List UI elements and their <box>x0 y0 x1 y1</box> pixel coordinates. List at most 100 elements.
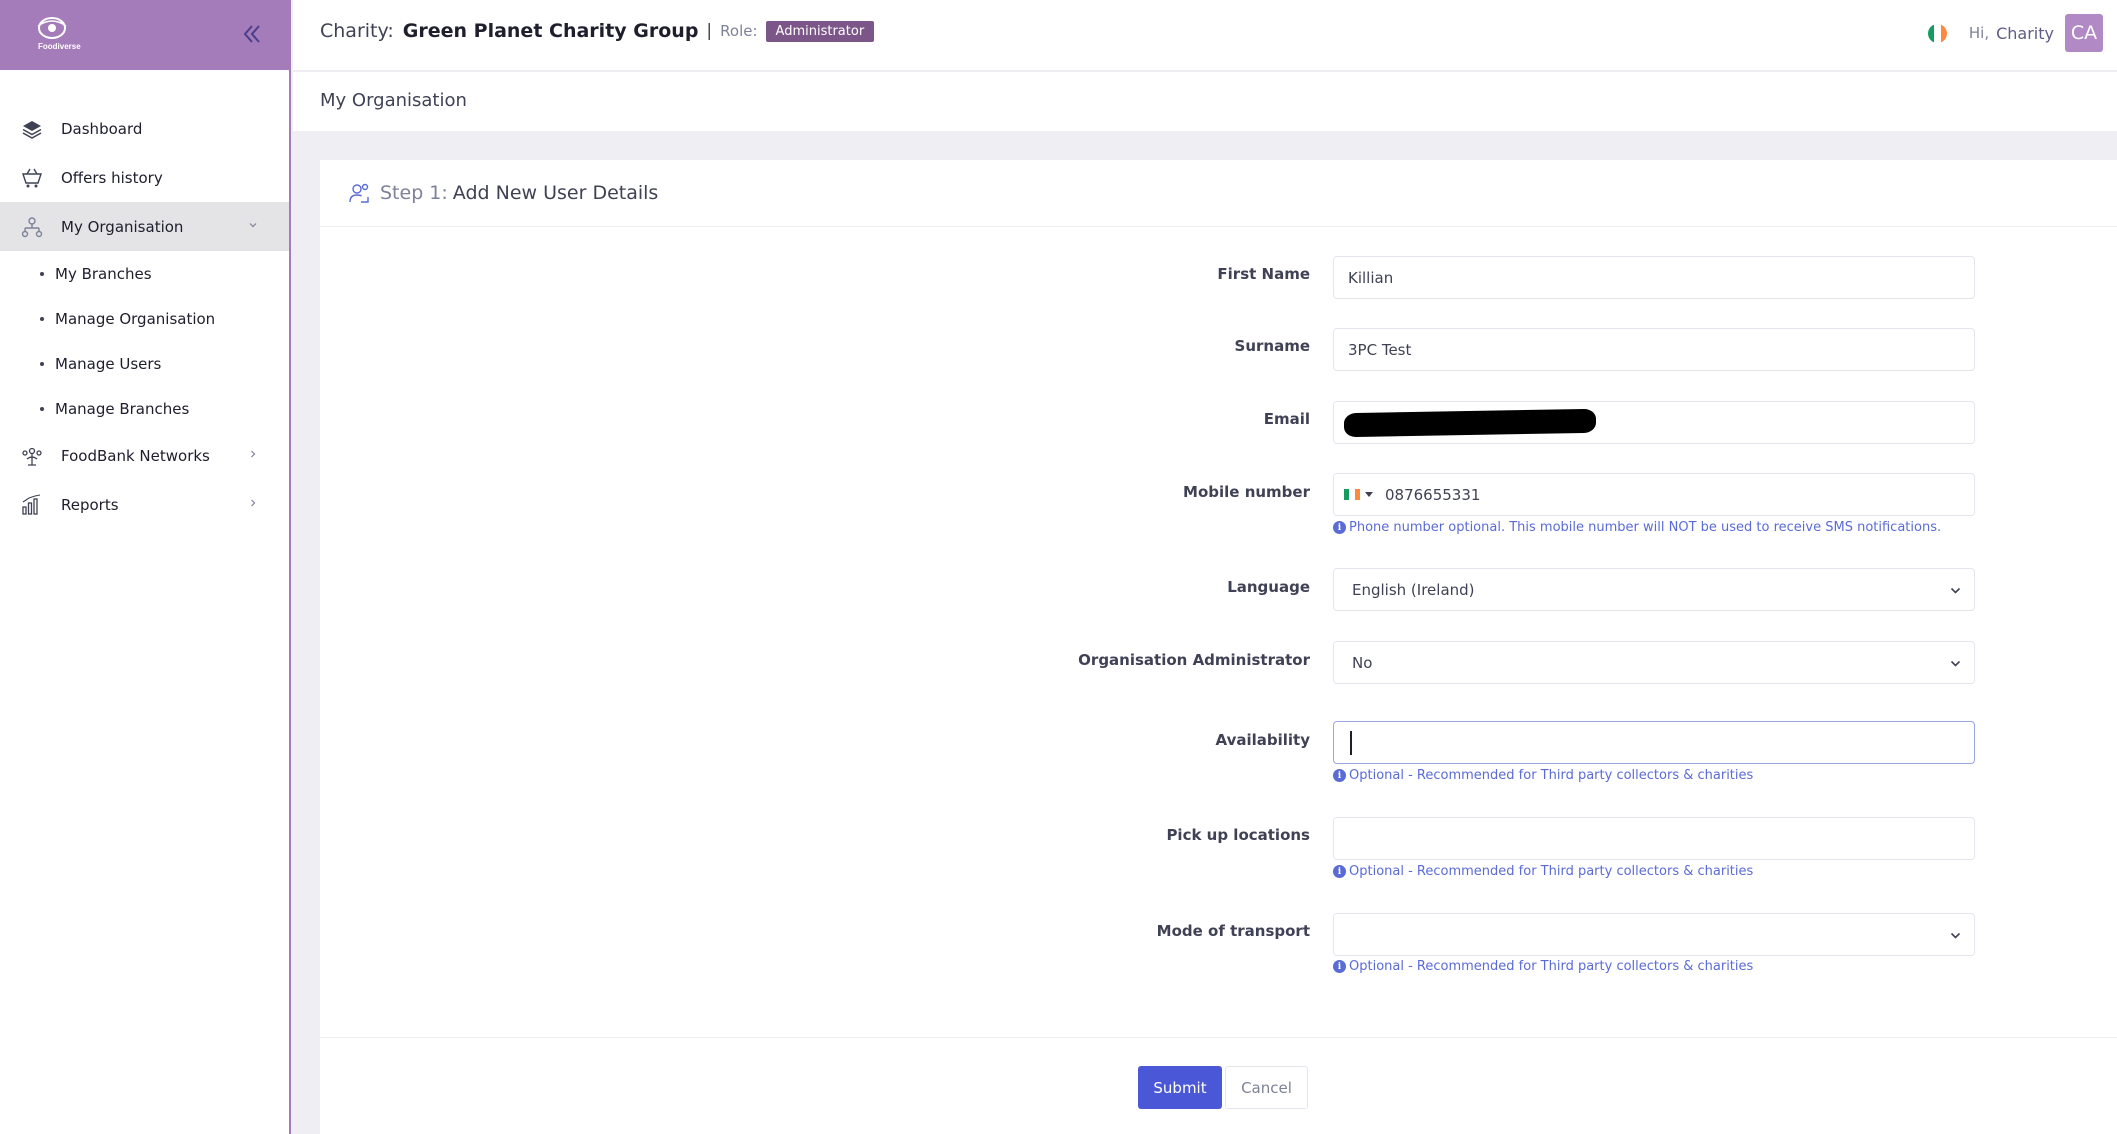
collapse-sidebar-icon[interactable] <box>238 20 266 48</box>
transport-hint: i Optional - Recommended for Third party… <box>1333 959 1753 974</box>
sidebar-subitem-label: Manage Users <box>55 354 162 373</box>
card-header: Step 1: Add New User Details <box>320 160 2117 227</box>
first-name-label: First Name <box>1217 265 1310 283</box>
bullet-icon <box>40 361 44 366</box>
page-title: My Organisation <box>320 90 467 111</box>
sidebar-item-dashboard[interactable]: Dashboard <box>0 104 289 153</box>
role-label: Role: <box>720 22 758 40</box>
info-icon: i <box>1333 865 1346 878</box>
foodiverse-logo[interactable]: Foodiverse <box>30 12 92 54</box>
bar-chart-icon <box>22 493 41 515</box>
surname-label: Surname <box>1234 337 1310 355</box>
info-icon: i <box>1333 521 1346 534</box>
chevron-down-icon <box>249 223 257 228</box>
sidebar-subitem-label: Manage Branches <box>55 399 190 418</box>
availability-input[interactable] <box>1333 721 1975 764</box>
pickup-hint: i Optional - Recommended for Third party… <box>1333 864 1753 879</box>
text-cursor <box>1350 730 1352 755</box>
user-name: Charity <box>1996 23 2054 43</box>
sidebar-subitem-manage-users[interactable]: Manage Users <box>0 341 289 386</box>
org-admin-select[interactable]: No <box>1333 641 1975 684</box>
add-user-card: Step 1: Add New User Details First Name … <box>320 160 2117 1134</box>
first-name-value: Killian <box>1348 268 1394 287</box>
language-select[interactable]: English (Ireland) <box>1333 568 1975 611</box>
chevron-down-icon <box>1950 660 1961 667</box>
sidebar-subitem-my-branches[interactable]: My Branches <box>0 251 289 296</box>
subheader: My Organisation <box>293 72 2117 131</box>
org-name: Green Planet Charity Group <box>402 20 699 42</box>
sidebar-subitem-manage-organisation[interactable]: Manage Organisation <box>0 296 289 341</box>
role-badge: Administrator <box>765 20 875 42</box>
mobile-hint: i Phone number optional. This mobile num… <box>1333 520 1941 535</box>
sidebar-item-label: FoodBank Networks <box>61 446 210 465</box>
redacted-email-mark <box>1344 408 1596 437</box>
bullet-icon <box>40 406 44 411</box>
mobile-number-label: Mobile number <box>1183 483 1310 501</box>
org-chart-icon <box>21 216 43 237</box>
chevron-right-icon <box>251 499 256 507</box>
cancel-button[interactable]: Cancel <box>1225 1066 1308 1109</box>
step-title: Add New User Details <box>452 182 659 204</box>
avatar[interactable]: CA <box>2065 14 2103 52</box>
top-header: Charity: Green Planet Charity Group | Ro… <box>293 0 2117 71</box>
sidebar-nav: Dashboard Offers history My Organisation <box>0 70 289 529</box>
sidebar: Foodiverse Dashboard Offers history My O… <box>0 0 291 1134</box>
sidebar-subitem-label: Manage Organisation <box>55 309 216 328</box>
org-admin-label: Organisation Administrator <box>1078 651 1310 669</box>
header-context: Charity: Green Planet Charity Group | Ro… <box>320 20 875 42</box>
sidebar-item-foodbank-networks[interactable]: FoodBank Networks <box>0 431 289 480</box>
chevron-right-icon <box>251 450 256 458</box>
availability-hint: i Optional - Recommended for Third party… <box>1333 768 1753 783</box>
availability-hint-text: Optional - Recommended for Third party c… <box>1349 768 1754 783</box>
network-icon <box>22 447 42 466</box>
charity-label: Charity: <box>320 20 394 42</box>
org-admin-value: No <box>1352 653 1373 672</box>
sidebar-item-offers-history[interactable]: Offers history <box>0 153 289 202</box>
pickup-locations-input[interactable] <box>1333 817 1975 860</box>
sidebar-subitem-label: My Branches <box>55 264 152 283</box>
email-input[interactable] <box>1333 401 1975 444</box>
brand-bar: Foodiverse <box>0 0 289 70</box>
chevron-down-icon <box>1950 932 1961 939</box>
sidebar-item-reports[interactable]: Reports <box>0 480 289 529</box>
submit-button[interactable]: Submit <box>1138 1066 1222 1109</box>
user-menu[interactable]: Hi, Charity CA <box>1927 14 2103 52</box>
sidebar-item-label: Reports <box>61 495 119 514</box>
basket-icon <box>22 168 42 187</box>
sidebar-item-label: Dashboard <box>61 119 143 138</box>
mobile-number-value: 0876655331 <box>1385 485 1481 504</box>
sidebar-item-label: Offers history <box>61 168 163 187</box>
pickup-hint-text: Optional - Recommended for Third party c… <box>1349 864 1754 879</box>
ireland-flag-icon <box>1344 489 1360 500</box>
card-footer-divider <box>320 1037 2117 1038</box>
language-label: Language <box>1227 578 1310 596</box>
mobile-number-input[interactable]: 0876655331 <box>1333 473 1975 516</box>
country-code-dropdown[interactable] <box>1344 489 1373 500</box>
sidebar-subitem-manage-branches[interactable]: Manage Branches <box>0 386 289 431</box>
info-icon: i <box>1333 960 1346 973</box>
email-label: Email <box>1263 410 1310 428</box>
greeting: Hi, <box>1968 24 1990 42</box>
step-label: Step 1: <box>380 182 448 204</box>
transport-select[interactable] <box>1333 913 1975 956</box>
surname-input[interactable]: 3PC Test <box>1333 328 1975 371</box>
caret-down-icon <box>1365 492 1373 497</box>
sidebar-item-label: My Organisation <box>61 217 184 236</box>
transport-hint-text: Optional - Recommended for Third party c… <box>1349 959 1754 974</box>
mobile-hint-text: Phone number optional. This mobile numbe… <box>1349 520 1942 535</box>
layers-icon <box>22 120 42 139</box>
sidebar-item-my-organisation[interactable]: My Organisation <box>0 202 289 251</box>
header-separator: | <box>706 21 713 41</box>
pickup-locations-label: Pick up locations <box>1166 826 1310 844</box>
surname-value: 3PC Test <box>1348 340 1412 359</box>
logo-wordmark: Foodiverse <box>38 42 81 51</box>
user-settings-icon <box>349 183 369 203</box>
chevron-down-icon <box>1950 587 1961 594</box>
transport-label: Mode of transport <box>1156 922 1310 940</box>
info-icon: i <box>1333 769 1346 782</box>
first-name-input[interactable]: Killian <box>1333 256 1975 299</box>
language-value: English (Ireland) <box>1352 580 1475 599</box>
sidebar-submenu: My Branches Manage Organisation Manage U… <box>0 251 289 431</box>
bullet-icon <box>40 316 44 321</box>
ireland-flag-icon[interactable] <box>1927 23 1947 43</box>
